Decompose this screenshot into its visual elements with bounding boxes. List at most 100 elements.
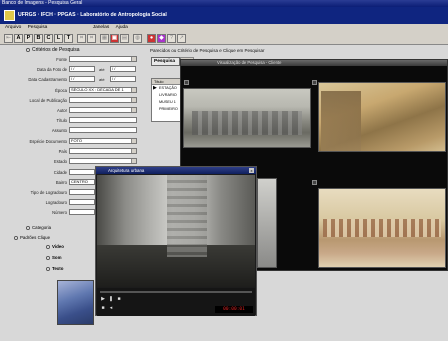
close-icon[interactable]: x <box>249 168 254 173</box>
field-fonte[interactable] <box>69 56 137 62</box>
dropdown-arrow-icon[interactable] <box>131 108 136 112</box>
field-bairro[interactable]: CENTRO <box>69 179 95 185</box>
list-item[interactable]: MUSEU 1 <box>152 99 180 106</box>
field-epoca[interactable]: SÉCULO XX : DÉCADA DE 1 <box>69 87 137 93</box>
menu-pesquisa[interactable]: Pesquisa <box>28 25 48 30</box>
list-item[interactable]: LIVRARIO <box>152 92 180 99</box>
field-label-numero: Número <box>52 210 67 215</box>
app-header: UFRGS · IFCH · PPGAS · Laboratório de An… <box>0 7 448 24</box>
toolbar-grid-icon[interactable]: ▦ <box>100 34 109 43</box>
field-especie[interactable]: FOTO <box>69 138 137 144</box>
toolbar-button-c[interactable]: C <box>44 34 53 43</box>
field-autor[interactable] <box>69 107 137 113</box>
window-title-bar: Banco de Imagens - Pesquisa Geral <box>0 0 448 7</box>
toolbar-tool2-icon[interactable]: ⌗ <box>87 34 96 43</box>
field-label-local: Local de Publicação <box>29 98 67 103</box>
option-video[interactable]: Video <box>46 244 64 249</box>
toolbar-button-b[interactable]: B <box>34 34 43 43</box>
list-item[interactable]: PRIMEIRO <box>152 106 180 113</box>
toolbar-button-a[interactable]: A <box>14 34 23 43</box>
field-label-titulo: Título <box>56 118 67 123</box>
volume-icon[interactable]: ◂ <box>108 305 114 311</box>
field-label-epoca: Época <box>55 88 67 93</box>
rewind-icon[interactable]: ■ <box>100 305 106 311</box>
field-label-data-foto: Data da Foto de <box>36 67 67 72</box>
dropdown-arrow-icon[interactable] <box>131 88 136 92</box>
menu-ajuda[interactable]: Ajuda <box>116 25 128 30</box>
field-label-especie: Espécie Documento <box>29 139 67 144</box>
video-time-display: 00:00:01 <box>215 306 253 313</box>
app-logo-icon <box>4 10 15 21</box>
toolbar-exit-icon[interactable]: ↗ <box>177 34 186 43</box>
photo-select-icon[interactable] <box>312 80 317 85</box>
option-som[interactable]: Som <box>46 255 62 260</box>
toolbar-palette-icon[interactable]: ◆ <box>157 34 166 43</box>
field-label-data-cad: Data Cadastramento <box>28 77 67 82</box>
field-data-cad-de[interactable]: / / <box>69 76 95 82</box>
field-estado[interactable] <box>69 158 137 164</box>
toolbar-button-l[interactable]: L <box>54 34 63 43</box>
photo-avenue-scene[interactable] <box>318 82 446 152</box>
option-padroes[interactable]: Padrões Clique <box>14 235 50 240</box>
label-ate: até <box>99 77 105 82</box>
toolbar-record-icon[interactable]: ▣ <box>110 34 119 43</box>
option-categoria[interactable]: Categoria <box>26 225 51 230</box>
pause-icon[interactable]: ❚ <box>108 296 114 302</box>
video-seek-bar[interactable] <box>100 291 252 293</box>
toolbar-tool-icon[interactable]: ⌗ <box>77 34 86 43</box>
field-data-foto-ate[interactable]: / / <box>110 66 136 72</box>
field-label-tipo-logradouro: Tipo de Logradouro <box>30 190 67 195</box>
toolbar-globe-icon[interactable]: ◍ <box>133 34 142 43</box>
desktop: Banco de Imagens - Pesquisa Geral UFRGS … <box>0 0 448 341</box>
dropdown-arrow-icon[interactable] <box>131 149 136 153</box>
dropdown-arrow-icon[interactable] <box>131 98 136 102</box>
toolbar-media-icon[interactable]: ● <box>147 34 156 43</box>
results-list[interactable]: Título ▶ ESTAÇÃO LIVRARIO MUSEU 1 PRIMEIR… <box>151 78 181 122</box>
menu-bar: Arquivo Pesquisa Janelas Ajuda <box>0 24 448 32</box>
radio-icon <box>46 255 50 260</box>
menu-arquivo[interactable]: Arquivo <box>5 25 21 30</box>
photo-facade[interactable] <box>257 178 277 268</box>
play-icon[interactable]: ▶ <box>100 296 106 302</box>
criteria-title[interactable]: Critérios de Pesquisa <box>26 47 80 53</box>
field-label-estado: Estado <box>53 159 67 164</box>
toolbar-new-icon[interactable]: ⇤ <box>4 34 13 43</box>
field-logradouro[interactable] <box>69 199 95 205</box>
search-button[interactable]: Pesquisa <box>151 57 180 66</box>
field-local[interactable] <box>69 97 137 103</box>
option-texto[interactable]: Texto <box>46 266 63 271</box>
stop-icon[interactable]: ■ <box>116 296 122 302</box>
field-assunto[interactable] <box>69 127 137 133</box>
field-numero[interactable] <box>69 209 95 215</box>
field-tipo-logradouro[interactable] <box>69 189 95 195</box>
radio-icon <box>14 235 18 240</box>
list-item[interactable]: ▶ ESTAÇÃO <box>152 85 180 92</box>
preview-thumbnail[interactable] <box>57 280 94 325</box>
window-title: Banco de Imagens - Pesquisa Geral <box>2 0 83 6</box>
photo-street-scene[interactable] <box>183 88 311 148</box>
dropdown-arrow-icon[interactable] <box>131 57 136 61</box>
toolbar-view-icon[interactable]: ▤ <box>120 34 129 43</box>
toolbar-button-t[interactable]: T <box>64 34 73 43</box>
menu-janelas[interactable]: Janelas <box>93 25 110 30</box>
video-player-window: Arquitetura urbana x ▶ ❚ ■ ■ ◂ 00:00:01 <box>95 166 257 316</box>
field-cidade[interactable] <box>69 169 95 175</box>
field-label-pais: País <box>58 149 67 154</box>
field-data-cad-ate[interactable]: / / <box>110 76 136 82</box>
toolbar-button-p[interactable]: P <box>24 34 33 43</box>
video-frame[interactable] <box>97 175 255 287</box>
toolbar-help-icon[interactable]: ? <box>167 34 176 43</box>
photo-select-icon[interactable] <box>184 80 189 85</box>
field-titulo[interactable] <box>69 117 137 123</box>
radio-icon <box>26 225 30 230</box>
field-label-fonte: Fonte <box>56 57 67 62</box>
field-data-foto-de[interactable]: / / <box>69 66 95 72</box>
photo-harbor-building[interactable] <box>318 188 446 268</box>
dropdown-arrow-icon[interactable] <box>131 159 136 163</box>
radio-icon <box>26 47 30 52</box>
label-ate: até <box>99 67 105 72</box>
results-header: Parecidos ou Critério de Pesquisa e Cliq… <box>150 48 265 53</box>
photo-select-icon[interactable] <box>312 180 317 185</box>
dropdown-arrow-icon[interactable] <box>131 139 136 143</box>
field-pais[interactable] <box>69 148 137 154</box>
